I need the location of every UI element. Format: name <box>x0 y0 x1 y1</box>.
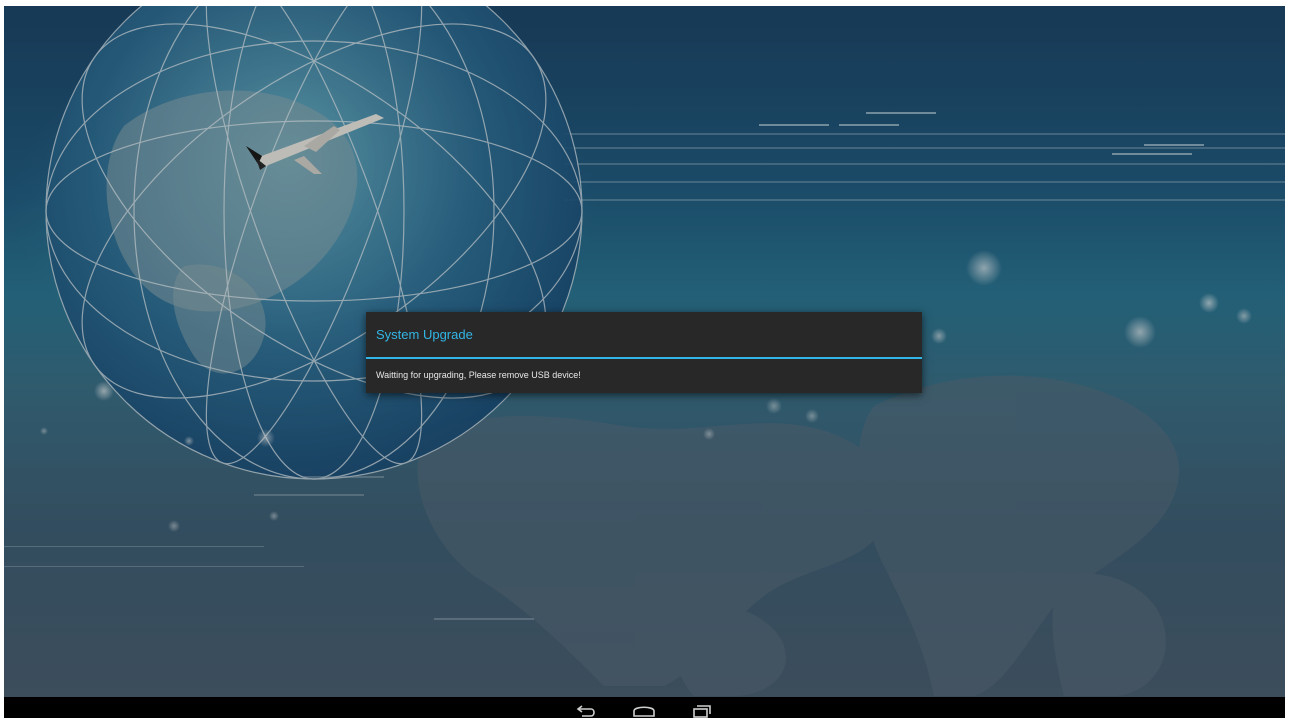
home-button[interactable] <box>624 700 664 718</box>
dialog-title-divider <box>366 357 922 359</box>
system-upgrade-dialog: System Upgrade Waitting for upgrading, P… <box>366 312 922 393</box>
navigation-bar <box>4 697 1285 718</box>
dialog-title: System Upgrade <box>376 327 473 342</box>
android-screen: System Upgrade Waitting for upgrading, P… <box>4 6 1285 718</box>
recent-apps-button[interactable] <box>682 700 722 718</box>
back-button[interactable] <box>567 700 607 718</box>
recent-apps-icon <box>693 705 711 718</box>
dialog-message: Waitting for upgrading, Please remove US… <box>376 370 581 380</box>
back-icon <box>576 705 595 717</box>
home-icon <box>633 706 655 717</box>
